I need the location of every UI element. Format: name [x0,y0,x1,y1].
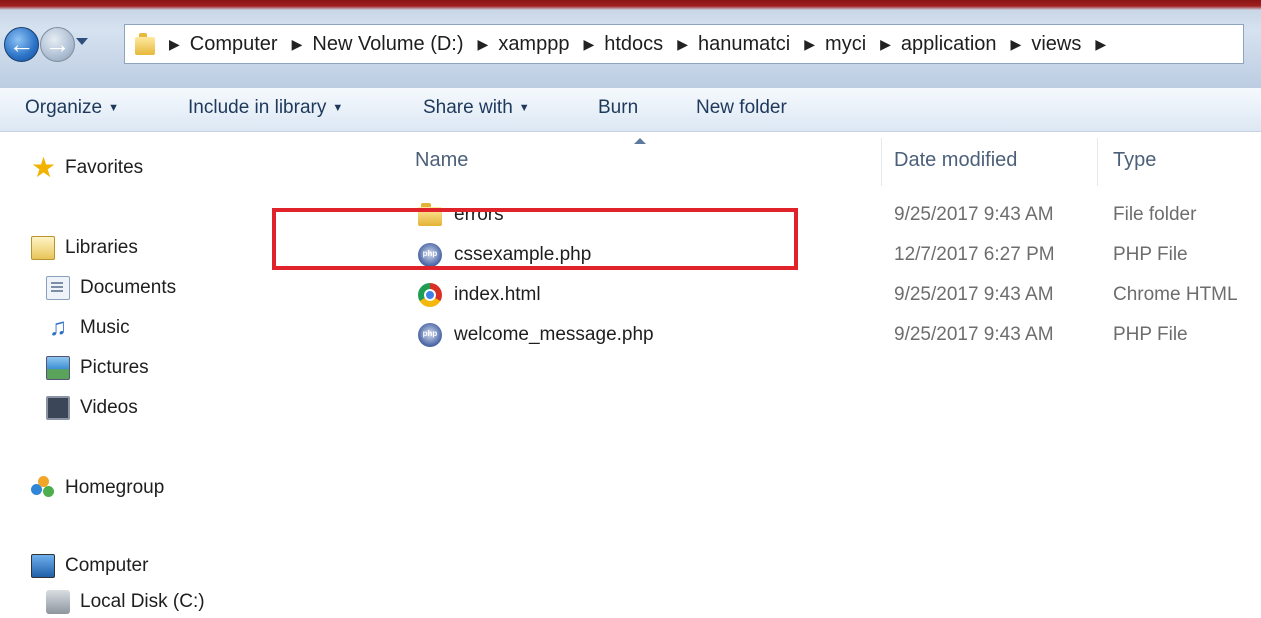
dropdown-arrow-icon: ▼ [332,102,344,114]
file-date: 9/25/2017 9:43 AM [894,204,1054,225]
breadcrumb-chevron-icon[interactable]: ▶ [583,36,594,53]
nav-item-computer[interactable]: Computer [31,550,148,582]
folder-icon [135,33,155,55]
nav-item-libraries[interactable]: Libraries [31,232,138,264]
videos-icon [46,396,70,420]
breadcrumb-computer[interactable]: Computer [190,33,278,56]
breadcrumb-chevron-icon[interactable]: ▶ [1011,36,1022,53]
forward-arrow-icon: → [44,29,71,59]
file-name: index.html [454,284,541,305]
hard-disk-icon [46,590,70,614]
nav-label: Computer [65,555,149,576]
share-with-menu[interactable]: Share with ▼ [423,88,530,131]
computer-icon [31,554,55,578]
nav-label: Homegroup [65,477,165,498]
column-header-date-modified[interactable]: Date modified [894,132,1017,188]
nav-label: Videos [80,397,138,418]
nav-item-homegroup[interactable]: Homegroup [31,472,164,504]
breadcrumb-application[interactable]: application [901,33,997,56]
file-list: Name Date modified Type errors 9/25/2017… [378,132,1261,602]
file-date: 12/7/2017 6:27 PM [894,244,1055,265]
file-type: PHP File [1113,244,1188,265]
include-in-library-label: Include in library [188,97,327,118]
nav-item-music[interactable]: ♫ Music [46,312,130,344]
breadcrumb-htdocs[interactable]: htdocs [604,33,663,56]
nav-item-pictures[interactable]: Pictures [46,352,149,384]
breadcrumb-chevron-icon[interactable]: ▶ [478,36,489,53]
navigation-pane: ★ Favorites Libraries Documents ♫ Music … [0,132,378,614]
highlight-box [272,208,798,270]
nav-item-favorites[interactable]: ★ Favorites [31,152,143,184]
dropdown-arrow-icon: ▼ [108,102,119,114]
file-row[interactable]: php welcome_message.php 9/25/2017 9:43 A… [378,316,1261,354]
recent-pages-dropdown-icon[interactable] [76,38,88,45]
nav-label: Libraries [65,237,138,258]
sort-ascending-icon [634,138,646,144]
php-file-icon: php [418,323,442,347]
breadcrumb: ▶ Computer ▶ New Volume (D:) ▶ xamppp ▶ … [169,25,1116,63]
share-with-label: Share with [423,97,513,118]
new-folder-button[interactable]: New folder [696,88,787,131]
libraries-icon [31,236,55,260]
breadcrumb-chevron-icon[interactable]: ▶ [804,36,815,53]
music-icon: ♫ [49,314,67,341]
nav-label: Documents [80,277,177,298]
breadcrumb-chevron-icon[interactable]: ▶ [1095,36,1106,53]
star-icon: ★ [31,152,57,183]
nav-label: Pictures [80,357,149,378]
address-toolbar: ← → ▶ Computer ▶ New Volume (D:) ▶ xampp… [0,0,1261,88]
breadcrumb-new-volume[interactable]: New Volume (D:) [312,33,463,56]
chrome-icon [418,283,442,307]
column-divider[interactable] [881,138,882,186]
burn-button[interactable]: Burn [598,88,638,131]
include-in-library-menu[interactable]: Include in library ▼ [188,88,343,131]
organize-menu[interactable]: Organize ▼ [25,88,119,131]
back-arrow-icon: ← [8,29,35,59]
file-row[interactable]: index.html 9/25/2017 9:43 AM Chrome HTML [378,276,1261,314]
pictures-icon [46,356,70,380]
file-type: Chrome HTML [1113,284,1238,305]
homegroup-icon [31,476,55,500]
forward-button[interactable]: → [40,27,75,62]
file-type: File folder [1113,204,1197,225]
breadcrumb-chevron-icon[interactable]: ▶ [677,36,688,53]
file-date: 9/25/2017 9:43 AM [894,284,1054,305]
breadcrumb-hanumatci[interactable]: hanumatci [698,33,790,56]
file-name: welcome_message.php [454,324,654,345]
breadcrumb-views[interactable]: views [1031,33,1081,56]
nav-label: Favorites [65,157,144,178]
nav-label: Music [80,317,130,338]
breadcrumb-myci[interactable]: myci [825,33,866,56]
documents-icon [46,276,70,300]
breadcrumb-xamppp[interactable]: xamppp [498,33,569,56]
address-bar[interactable]: ▶ Computer ▶ New Volume (D:) ▶ xamppp ▶ … [124,24,1244,64]
nav-item-local-disk[interactable]: Local Disk (C:) [46,586,205,618]
breadcrumb-chevron-icon[interactable]: ▶ [880,36,891,53]
file-date: 9/25/2017 9:43 AM [894,324,1054,345]
dropdown-arrow-icon: ▼ [518,102,530,114]
back-button[interactable]: ← [4,27,39,62]
file-type: PHP File [1113,324,1188,345]
nav-item-videos[interactable]: Videos [46,392,138,424]
nav-item-documents[interactable]: Documents [46,272,176,304]
command-bar: Organize ▼ Include in library ▼ Share with… [0,88,1261,132]
breadcrumb-chevron-icon[interactable]: ▶ [169,36,180,53]
breadcrumb-chevron-icon[interactable]: ▶ [292,36,303,53]
column-divider[interactable] [1097,138,1098,186]
column-header-name[interactable]: Name [415,132,468,188]
organize-label: Organize [25,97,103,118]
column-header-type[interactable]: Type [1113,132,1156,188]
nav-label: Local Disk (C:) [80,591,205,612]
